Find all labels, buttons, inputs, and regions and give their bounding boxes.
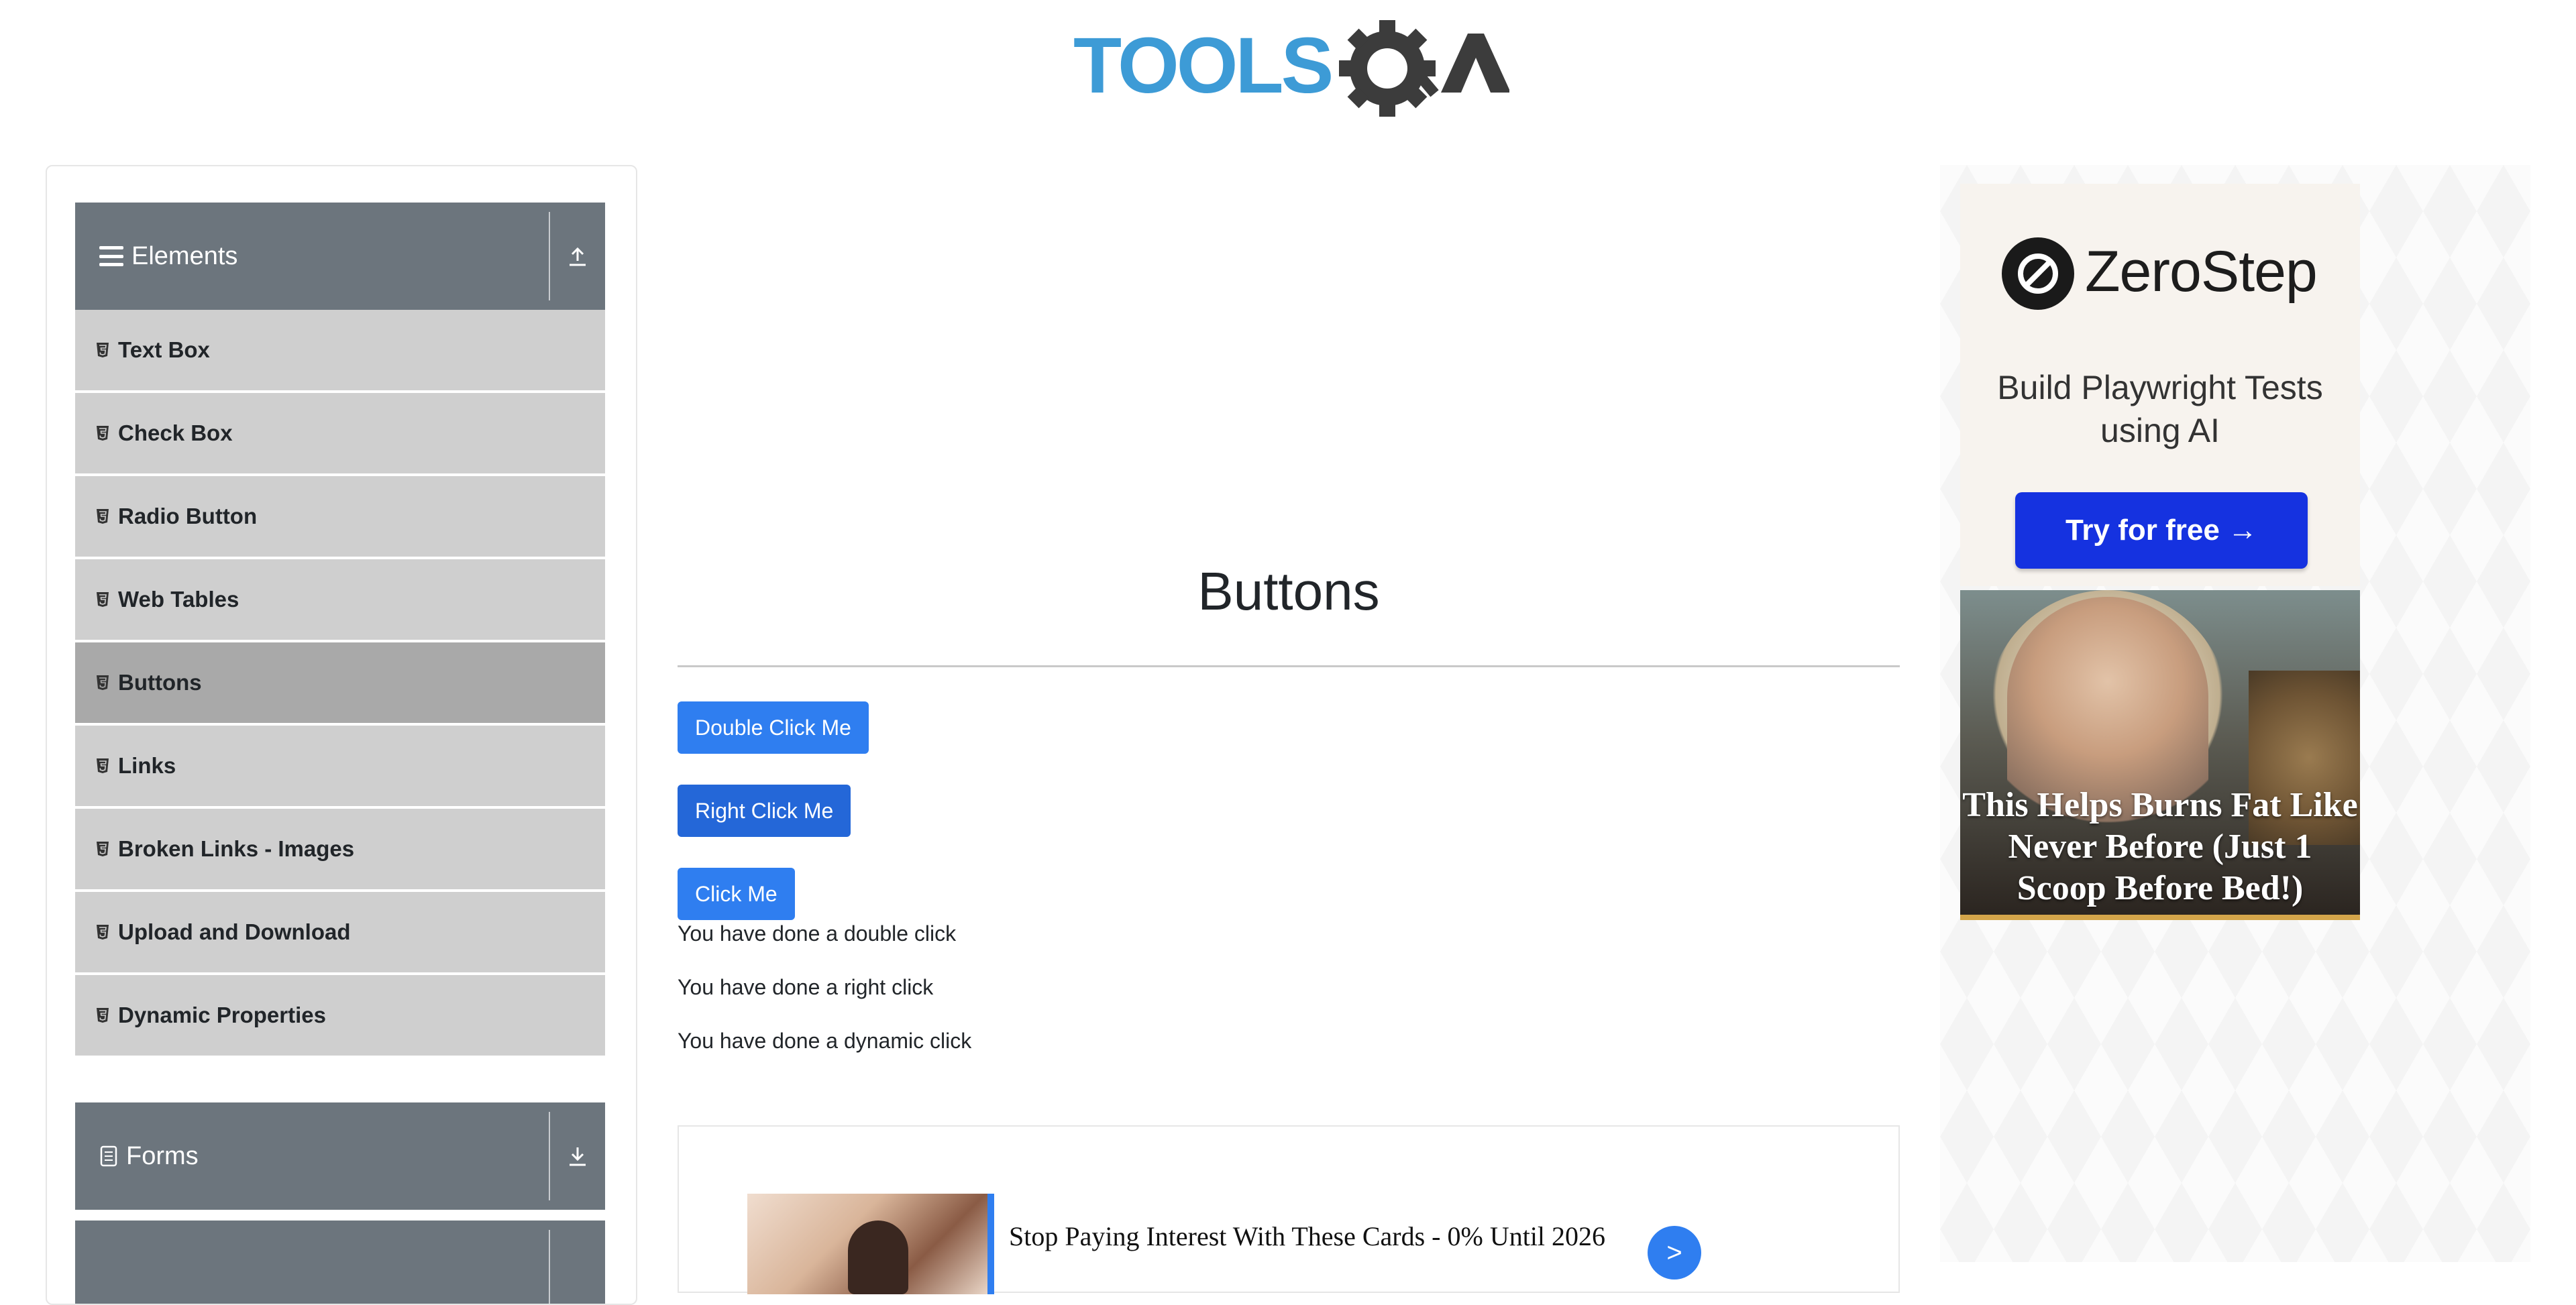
sidebar-item-web-tables[interactable]: Web Tables [75,559,605,642]
group-label-elements: Elements [131,241,238,270]
html5-icon [95,840,110,858]
group-header-elements[interactable]: Elements [75,203,605,310]
html5-icon [95,1007,110,1024]
page-title: Buttons [1197,561,1380,621]
hamburger-icon [99,246,123,266]
ad-portrait-shape [848,1221,908,1294]
sidebar-item-text-box[interactable]: Text Box [75,310,605,393]
left-sidebar: Elements Text Box Check Box Radio Button… [46,165,637,1305]
group-header-next[interactable] [75,1221,605,1304]
sidebar-item-check-box[interactable]: Check Box [75,393,605,476]
expand-down-icon[interactable] [550,1102,605,1210]
main-content: Buttons Double Click Me Right Click Me C… [678,165,1900,1294]
sidebar-item-dynamic-properties[interactable]: Dynamic Properties [75,975,605,1058]
supplement-ad-headline: This Helps Burns Fat Like Never Before (… [1962,786,2358,907]
html5-icon [95,508,110,525]
toolsqa-logo[interactable]: TOOLS [1073,20,1511,127]
html5-icon [95,424,110,442]
svg-text:TOOLS: TOOLS [1073,21,1332,110]
sidebar-item-label: Broken Links - Images [118,836,355,861]
sidebar-item-label: Dynamic Properties [118,1003,326,1027]
click-me-button[interactable]: Click Me [678,868,795,920]
double-click-message: You have done a double click [678,921,957,946]
sidebar-item-label: Check Box [118,420,233,445]
sidebar-item-label: Web Tables [118,587,239,612]
toolsqa-logo-graphic: TOOLS [1073,20,1511,117]
inline-ad[interactable]: Stop Paying Interest With These Cards - … [678,1125,1900,1294]
ad-headline[interactable]: Stop Paying Interest With These Cards - … [1009,1221,1605,1252]
collapse-up-icon[interactable] [550,203,605,310]
html5-icon [95,923,110,941]
group-header-forms[interactable]: Forms [75,1102,605,1210]
sidebar-item-links[interactable]: Links [75,726,605,809]
html5-icon [95,591,110,608]
sidebar-item-label: Links [118,753,176,778]
right-click-message: You have done a right click [678,975,934,999]
dynamic-click-message: You have done a dynamic click [678,1029,972,1053]
ad-thumbnail-image [747,1194,994,1294]
html5-icon [95,674,110,691]
try-for-free-button[interactable]: Try for free → [2015,492,2308,569]
group-divider [549,1230,550,1304]
zerostep-ad[interactable]: ZeroStep Build Playwright Tests using AI… [1960,184,2360,586]
supplement-ad[interactable]: This Helps Burns Fat Like Never Before (… [1960,590,2360,920]
ad-next-arrow-button[interactable]: > [1648,1226,1701,1280]
site-header: TOOLS [0,0,2576,134]
right-click-button[interactable]: Right Click Me [678,785,851,837]
zerostep-tagline: Build Playwright Tests using AI [1997,369,2323,449]
double-click-button[interactable]: Double Click Me [678,701,869,754]
zerostep-name: ZeroStep [2085,239,2318,304]
sidebar-item-buttons[interactable]: Buttons [75,642,605,726]
html5-icon [95,341,110,359]
title-divider [678,665,1900,667]
elements-menu: Text Box Check Box Radio Button Web Tabl… [75,310,605,1058]
sidebar-item-label: Text Box [118,337,210,362]
sidebar-item-upload-download[interactable]: Upload and Download [75,892,605,975]
group-label-forms: Forms [126,1141,199,1170]
sidebar-item-label: Buttons [118,670,202,695]
document-icon [99,1145,118,1168]
sidebar-item-label: Radio Button [118,504,258,528]
sidebar-item-label: Upload and Download [118,919,351,944]
right-ad-column: ZeroStep Build Playwright Tests using AI… [1940,165,2530,1262]
zerostep-logo-icon [2002,237,2074,310]
sidebar-item-radio-button[interactable]: Radio Button [75,476,605,559]
html5-icon [95,757,110,775]
sidebar-item-broken-links[interactable]: Broken Links - Images [75,809,605,892]
